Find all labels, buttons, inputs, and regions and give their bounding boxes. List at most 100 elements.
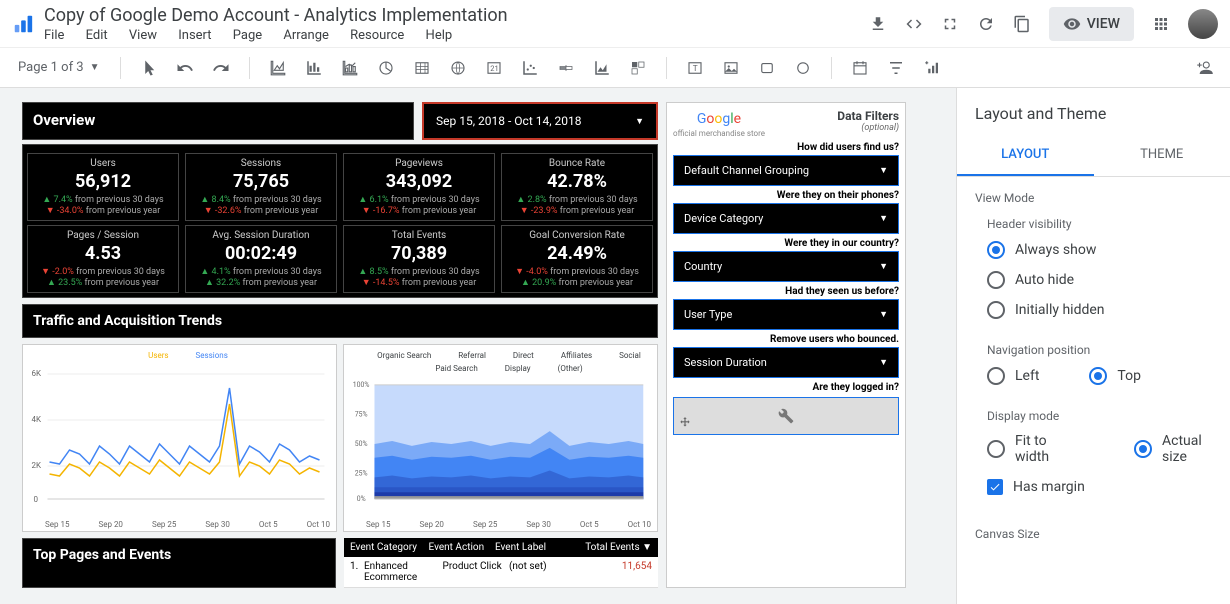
filters-title: Data Filters bbox=[837, 109, 899, 123]
filter-question: Remove users who bounced. bbox=[673, 334, 899, 345]
pie-chart-icon[interactable] bbox=[377, 59, 395, 77]
geo-map-icon[interactable] bbox=[449, 59, 467, 77]
filter-dropdown[interactable]: Default Channel Grouping▼ bbox=[673, 155, 899, 186]
tab-theme[interactable]: THEME bbox=[1094, 135, 1230, 176]
tab-layout[interactable]: LAYOUT bbox=[957, 135, 1094, 176]
circle-icon[interactable] bbox=[794, 59, 812, 77]
radio-nav-top[interactable]: Top bbox=[1089, 367, 1141, 385]
area-chart-icon[interactable] bbox=[593, 59, 611, 77]
menubar: File Edit View Insert Page Arrange Resou… bbox=[44, 28, 869, 43]
svg-text:T: T bbox=[692, 64, 697, 74]
kpi-card[interactable]: Pages / Session4.53 ▼ -2.0% from previou… bbox=[27, 225, 179, 293]
combo-chart-icon[interactable] bbox=[341, 59, 359, 77]
chart-users-sessions[interactable]: UsersSessions 6K4K2K0 Sep 15Sep 20Sep 25… bbox=[22, 344, 337, 532]
embed-icon[interactable] bbox=[905, 15, 923, 33]
filter-question: Had they seen us before? bbox=[673, 286, 899, 297]
chart-channels[interactable]: Organic SearchReferralDirectAffiliates S… bbox=[343, 344, 658, 532]
dropdown-icon: ▼ bbox=[635, 116, 644, 127]
fullscreen-icon[interactable] bbox=[941, 15, 959, 33]
menu-view[interactable]: View bbox=[129, 28, 157, 43]
radio-nav-left[interactable]: Left bbox=[987, 367, 1039, 385]
filter-dropdown[interactable]: Session Duration▼ bbox=[673, 347, 899, 378]
report-canvas[interactable]: Overview Sep 15, 2018 - Oct 14, 2018 ▼ U… bbox=[0, 88, 956, 604]
image-icon[interactable] bbox=[722, 59, 740, 77]
refresh-icon[interactable] bbox=[977, 15, 995, 33]
redo-icon[interactable] bbox=[212, 59, 230, 77]
rectangle-icon[interactable] bbox=[758, 59, 776, 77]
store-subtitle: official merchandise store bbox=[673, 129, 765, 138]
menu-insert[interactable]: Insert bbox=[178, 28, 211, 43]
undo-icon[interactable] bbox=[176, 59, 194, 77]
kpi-card[interactable]: Avg. Session Duration00:02:49 ▲ 4.1% fro… bbox=[185, 225, 337, 293]
filter-placeholder[interactable] bbox=[673, 397, 899, 435]
kpi-card[interactable]: Users56,912 ▲ 7.4% from previous 30 days… bbox=[27, 153, 179, 221]
menu-file[interactable]: File bbox=[44, 28, 64, 43]
svg-text:0%: 0% bbox=[357, 495, 366, 503]
overview-title: Overview bbox=[22, 102, 414, 140]
filter-icon[interactable] bbox=[887, 59, 905, 77]
menu-page[interactable]: Page bbox=[233, 28, 262, 43]
scatter-chart-icon[interactable] bbox=[521, 59, 539, 77]
pivot-table-icon[interactable] bbox=[629, 59, 647, 77]
section-canvas-size: Canvas Size bbox=[957, 513, 1230, 545]
kpi-card[interactable]: Sessions75,765 ▲ 8.4% from previous 30 d… bbox=[185, 153, 337, 221]
svg-text:75%: 75% bbox=[355, 410, 368, 418]
menu-resource[interactable]: Resource bbox=[350, 28, 404, 43]
traffic-title: Traffic and Acquisition Trends bbox=[22, 304, 658, 338]
view-button[interactable]: VIEW bbox=[1049, 7, 1134, 41]
checkbox-has-margin[interactable]: Has margin bbox=[957, 471, 1230, 501]
section-header-visibility: Header visibility bbox=[957, 209, 1230, 235]
svg-text:25%: 25% bbox=[355, 469, 368, 477]
svg-text:0: 0 bbox=[34, 495, 39, 504]
document-title[interactable]: Copy of Google Demo Account - Analytics … bbox=[44, 5, 869, 26]
radio-fit-width[interactable]: Fit to width bbox=[987, 433, 1084, 465]
radio-actual-size[interactable]: Actual size bbox=[1134, 433, 1230, 465]
data-control-icon[interactable] bbox=[923, 59, 941, 77]
radio-auto-hide[interactable]: Auto hide bbox=[957, 265, 1230, 295]
kpi-card[interactable]: Pageviews343,092 ▲ 6.1% from previous 30… bbox=[343, 153, 495, 221]
menu-arrange[interactable]: Arrange bbox=[283, 28, 328, 43]
user-avatar[interactable] bbox=[1188, 9, 1218, 39]
top-pages-title: Top Pages and Events bbox=[22, 538, 336, 588]
text-icon[interactable]: T bbox=[686, 59, 704, 77]
section-display-mode: Display mode bbox=[957, 401, 1230, 427]
date-range-icon[interactable] bbox=[851, 59, 869, 77]
event-table-header: Event Category Event Action Event Label … bbox=[344, 538, 658, 557]
bar-chart-icon[interactable] bbox=[305, 59, 323, 77]
table-icon[interactable] bbox=[413, 59, 431, 77]
menu-edit[interactable]: Edit bbox=[86, 28, 108, 43]
pointer-icon[interactable] bbox=[140, 59, 158, 77]
scorecard-icon[interactable]: 21 bbox=[485, 59, 503, 77]
filter-dropdown[interactable]: User Type▼ bbox=[673, 299, 899, 330]
kpi-card[interactable]: Bounce Rate42.78% ▲ 2.8% from previous 3… bbox=[501, 153, 653, 221]
app-header: Copy of Google Demo Account - Analytics … bbox=[0, 0, 1230, 48]
apps-icon[interactable] bbox=[1152, 15, 1170, 33]
menu-help[interactable]: Help bbox=[426, 28, 453, 43]
download-icon[interactable] bbox=[869, 15, 887, 33]
section-view-mode: View Mode bbox=[957, 177, 1230, 209]
toolbar: Page 1 of 3 ▼ 21 T bbox=[0, 48, 1230, 88]
bullet-chart-icon[interactable] bbox=[557, 59, 575, 77]
app-logo-icon bbox=[12, 13, 34, 35]
event-table-row[interactable]: 1. Enhanced Ecommerce Product Click (not… bbox=[344, 557, 658, 588]
radio-always-show[interactable]: Always show bbox=[957, 235, 1230, 265]
page-selector[interactable]: Page 1 of 3 ▼ bbox=[10, 56, 108, 79]
copy-icon[interactable] bbox=[1013, 15, 1031, 33]
legend-users: Users bbox=[131, 351, 168, 360]
filter-dropdown[interactable]: Device Category▼ bbox=[673, 203, 899, 234]
svg-text:100%: 100% bbox=[353, 381, 370, 389]
svg-text:21: 21 bbox=[490, 64, 498, 73]
side-panel-title: Layout and Theme bbox=[957, 88, 1230, 135]
radio-initially-hidden[interactable]: Initially hidden bbox=[957, 295, 1230, 325]
legend-sessions: Sessions bbox=[179, 351, 228, 360]
kpi-card[interactable]: Total Events70,389 ▲ 8.5% from previous … bbox=[343, 225, 495, 293]
date-range-picker[interactable]: Sep 15, 2018 - Oct 14, 2018 ▼ bbox=[422, 102, 658, 140]
filters-panel: Google official merchandise store Data F… bbox=[666, 102, 906, 588]
add-people-icon[interactable] bbox=[1195, 59, 1213, 77]
filter-question: Were they in our country? bbox=[673, 238, 899, 249]
line-chart-icon[interactable] bbox=[269, 59, 287, 77]
filter-dropdown[interactable]: Country▼ bbox=[673, 251, 899, 282]
kpi-card[interactable]: Goal Conversion Rate24.49% ▼ -4.0% from … bbox=[501, 225, 653, 293]
filter-question: Are they logged in? bbox=[673, 382, 899, 393]
move-icon[interactable] bbox=[678, 416, 692, 430]
